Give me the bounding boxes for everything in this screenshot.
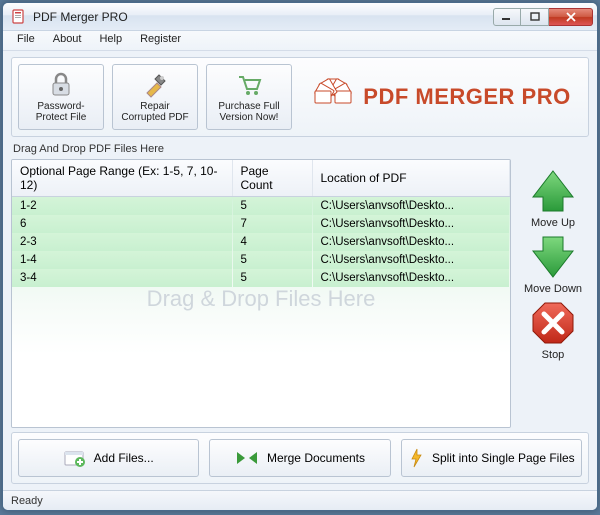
merge-button[interactable]: Merge Documents [209,439,390,477]
table-row[interactable]: 67C:\Users\anvsoft\Deskto... [12,215,510,233]
arrow-up-icon [529,167,577,215]
move-down-button[interactable]: Move Down [524,233,582,295]
menu-register[interactable]: Register [132,31,189,50]
tools-icon [141,71,169,99]
cell-location: C:\Users\anvsoft\Deskto... [312,233,510,251]
content-area: Password-Protect File Repair Corrupted P… [3,51,597,490]
bottom-bar: Add Files... Merge Documents Split into … [11,432,589,484]
cell-count: 5 [232,197,312,216]
menu-help[interactable]: Help [91,31,130,50]
cell-range: 1-2 [12,197,232,216]
table-header-row: Optional Page Range (Ex: 1-5, 7, 10-12) … [12,160,510,197]
split-button[interactable]: Split into Single Page Files [401,439,582,477]
cell-location: C:\Users\anvsoft\Deskto... [312,197,510,216]
file-table[interactable]: Drag & Drop Files Here Optional Page Ran… [11,159,511,428]
table-row[interactable]: 1-25C:\Users\anvsoft\Deskto... [12,197,510,216]
move-up-button[interactable]: Move Up [529,167,577,229]
repair-button[interactable]: Repair Corrupted PDF [112,64,198,130]
minimize-button[interactable] [493,8,521,26]
add-files-button[interactable]: Add Files... [18,439,199,477]
split-label: Split into Single Page Files [432,451,575,465]
col-count[interactable]: Page Count [232,160,312,197]
maximize-button[interactable] [521,8,549,26]
repair-label: Repair Corrupted PDF [117,101,193,123]
stop-button[interactable]: Stop [529,299,577,361]
purchase-button[interactable]: Purchase Full Version Now! [206,64,292,130]
cell-count: 5 [232,269,312,287]
move-up-label: Move Up [531,217,575,229]
table-row[interactable]: 2-34C:\Users\anvsoft\Deskto... [12,233,510,251]
fan-icon [311,75,355,119]
brand-logo: PDF MERGER PRO [300,75,582,119]
stop-icon [529,299,577,347]
merge-label: Merge Documents [267,451,365,465]
cell-count: 7 [232,215,312,233]
merge-icon [235,450,259,466]
cell-range: 1-4 [12,251,232,269]
add-icon [64,449,86,467]
menubar: File About Help Register [3,31,597,51]
cell-count: 4 [232,233,312,251]
table-row[interactable]: 3-45C:\Users\anvsoft\Deskto... [12,269,510,287]
cell-location: C:\Users\anvsoft\Deskto... [312,215,510,233]
col-range[interactable]: Optional Page Range (Ex: 1-5, 7, 10-12) [12,160,232,197]
menu-file[interactable]: File [9,31,43,50]
add-files-label: Add Files... [94,451,154,465]
lock-icon [47,71,75,99]
toolbar-panel: Password-Protect File Repair Corrupted P… [11,57,589,137]
window-buttons [493,8,593,26]
watermark-text: Drag & Drop Files Here [147,286,376,312]
move-down-label: Move Down [524,283,582,295]
status-bar: Ready [3,490,597,510]
drag-hint-label: Drag And Drop PDF Files Here [11,141,589,155]
side-buttons: Move Up Move Down Stop [517,159,589,428]
close-button[interactable] [549,8,593,26]
brand-name: PDF MERGER PRO [363,84,570,110]
cell-count: 5 [232,251,312,269]
cell-location: C:\Users\anvsoft\Deskto... [312,251,510,269]
app-window: PDF Merger PRO File About Help Register … [2,2,598,511]
cell-location: C:\Users\anvsoft\Deskto... [312,269,510,287]
table-row[interactable]: 1-45C:\Users\anvsoft\Deskto... [12,251,510,269]
purchase-label: Purchase Full Version Now! [211,101,287,123]
col-location[interactable]: Location of PDF [312,160,510,197]
cart-icon [235,71,263,99]
cell-range: 6 [12,215,232,233]
titlebar[interactable]: PDF Merger PRO [3,3,597,31]
stop-label: Stop [542,349,565,361]
arrow-down-icon [529,233,577,281]
password-protect-label: Password-Protect File [23,101,99,123]
status-text: Ready [11,495,43,507]
split-icon [408,448,424,468]
app-icon [11,9,27,25]
password-protect-button[interactable]: Password-Protect File [18,64,104,130]
cell-range: 3-4 [12,269,232,287]
menu-about[interactable]: About [45,31,90,50]
cell-range: 2-3 [12,233,232,251]
list-panel: Drag & Drop Files Here Optional Page Ran… [11,159,589,428]
window-title: PDF Merger PRO [33,10,493,24]
